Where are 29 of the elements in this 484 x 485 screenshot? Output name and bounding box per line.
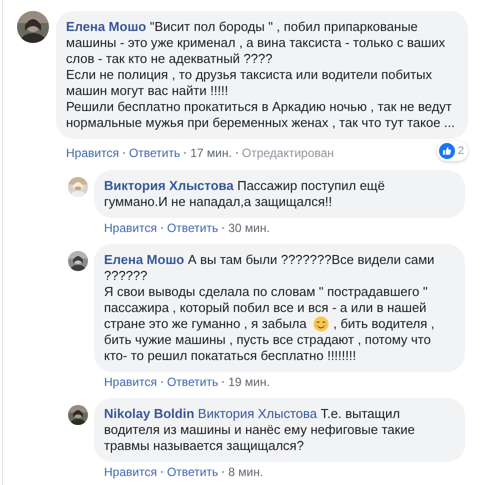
smiley-icon	[313, 316, 330, 332]
reaction-badge[interactable]: 2	[436, 141, 468, 161]
action-link[interactable]: Нравится	[104, 374, 157, 390]
action-link[interactable]: Нравится	[104, 464, 157, 480]
action-link[interactable]: Ответить	[166, 374, 218, 390]
comment-text: Виктория Хлыстова Пассажир поступил ещё гуммано.И не нападал,а защищался!!	[104, 178, 386, 210]
timestamp: 30 мин.	[228, 220, 270, 236]
action-link[interactable]: Нравится	[66, 145, 119, 161]
edited-label: Отредактирован	[242, 145, 334, 161]
timestamp: 19 мин.	[228, 374, 270, 390]
comment-text: Если не полиция , то друзья таксиста или водители побитых машин могут вас найти !!!!!	[66, 67, 434, 99]
mention-link[interactable]: Виктория Хлыстова	[198, 406, 317, 421]
author-link[interactable]: Елена Мошо	[66, 19, 146, 34]
reaction-count: 2	[458, 144, 464, 158]
action-link[interactable]: Ответить	[166, 220, 218, 236]
comment-text: Елена Мошо А вы там были ???????Все видели сами ??????	[104, 252, 435, 284]
author-link[interactable]: Nikolay Boldin	[104, 406, 194, 421]
timestamp: 17 мин.	[190, 145, 232, 161]
action-link[interactable]: Ответить	[128, 145, 180, 161]
action-link[interactable]: Нравится	[104, 220, 157, 236]
author-link[interactable]: Виктория Хлыстова	[104, 178, 234, 193]
action-link[interactable]: Ответить	[166, 464, 218, 480]
comment-text: Nikolay Boldin Виктория Хлыстова Т.е. вытащил водителя из машины и нанёс ему нефиговые такие травмы называется защищался?	[104, 406, 416, 454]
comment-text: Елена Мошо "Висит пол бороды " , побил припаркованые машины - это уже крименал , а вина таксиста - только с ваших слов - так кто не адекватный ????	[66, 19, 446, 67]
timestamp: 8 мин.	[228, 464, 264, 480]
like-icon	[438, 143, 455, 159]
author-link[interactable]: Елена Мошо	[104, 252, 184, 267]
comment-text: Я свои выводы сделала по словам " пострадавшего " пассажира , который побил все и вся - а или в нашей стране это же гуманно , я забыла , бить водителя , бить чужие машины , пусть все страдают , потому что кто- то решил покататься бесплатно !!!!!!!!	[104, 284, 435, 364]
comment-text: Решили бесплатно прокатиться в Аркадию ночью , так не ведут нормальные мужья при беременных женах , так что тут такое ...	[66, 99, 456, 131]
